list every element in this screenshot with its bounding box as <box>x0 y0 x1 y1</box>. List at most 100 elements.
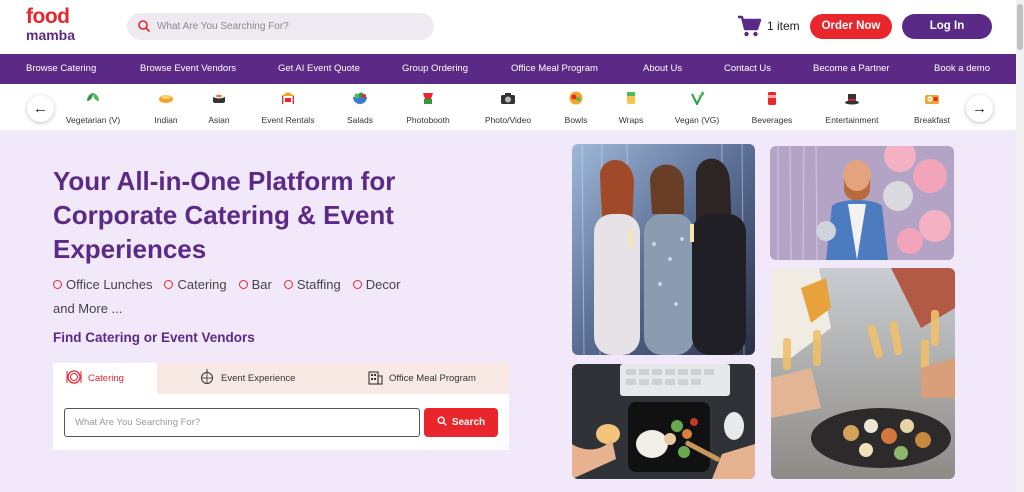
category-indian[interactable]: Indian <box>150 91 182 125</box>
camera-icon <box>501 93 515 104</box>
nav-ai-event-quote[interactable]: Get AI Event Quote <box>278 63 360 74</box>
category-event-rentals[interactable]: Event Rentals <box>260 91 316 125</box>
vegan-leaf-icon <box>691 91 704 105</box>
category-label: Asian <box>208 115 230 125</box>
circle-bullet-icon <box>283 280 293 289</box>
scrollbar-thumb[interactable] <box>1017 4 1023 50</box>
category-breakfast[interactable]: Breakfast <box>910 91 954 125</box>
nav-about-us[interactable]: About Us <box>643 63 682 74</box>
category-label: Vegan (VG) <box>674 115 720 125</box>
nav-book-demo[interactable]: Book a demo <box>934 63 990 74</box>
category-photo-video[interactable]: Photo/Video <box>482 91 534 125</box>
vendor-search-input[interactable] <box>65 409 419 436</box>
hero-section: Your All-in-One Platform for Corporate C… <box>0 131 1016 492</box>
photobooth-icon <box>423 93 433 104</box>
services-list: Office Lunches Catering Bar Staffing Decor a… <box>53 273 523 321</box>
header-search-bar[interactable] <box>127 13 434 40</box>
champagne-toast-photo <box>771 268 955 479</box>
header-search-input[interactable] <box>157 17 417 36</box>
canopy-icon <box>281 92 295 104</box>
tab-office-meal-program[interactable]: Office Meal Program <box>367 363 507 394</box>
service-item: Office Lunches <box>53 273 152 297</box>
login-button[interactable]: Log In <box>902 14 992 39</box>
office-building-icon <box>368 371 383 385</box>
category-label: Breakfast <box>914 115 950 125</box>
category-label: Bowls <box>564 115 588 125</box>
nav-office-meal-program[interactable]: Office Meal Program <box>511 63 598 74</box>
service-label: Catering <box>177 277 227 292</box>
category-asian[interactable]: Asian <box>206 91 232 125</box>
search-tabs: Catering Event Experience Office Meal Pr… <box>53 363 509 394</box>
service-item: Decor <box>352 273 401 297</box>
main-navigation: Browse Catering Browse Event Vendors Get… <box>0 54 1016 84</box>
bowl-icon <box>569 91 583 105</box>
category-label: Event Rentals <box>261 115 315 125</box>
nav-contact-us[interactable]: Contact Us <box>724 63 771 74</box>
category-label: Beverages <box>751 115 793 125</box>
category-entertainment[interactable]: Entertainment <box>822 91 882 125</box>
samosa-icon <box>159 95 173 103</box>
tab-label: Office Meal Program <box>389 373 476 384</box>
service-label: Decor <box>365 277 401 292</box>
drink-can-icon <box>768 92 776 105</box>
search-icon <box>138 20 151 33</box>
plate-icon <box>66 370 82 384</box>
nav-browse-event-vendors[interactable]: Browse Event Vendors <box>140 63 236 74</box>
circle-bullet-icon <box>352 280 362 289</box>
nav-group-ordering[interactable]: Group Ordering <box>402 63 468 74</box>
breakfast-icon <box>925 95 939 104</box>
category-label: Wraps <box>618 115 644 125</box>
tab-event-experience[interactable]: Event Experience <box>199 363 329 394</box>
category-beverages[interactable]: Beverages <box>750 91 794 125</box>
disco-ball-icon <box>201 369 213 384</box>
category-photobooth[interactable]: Photobooth <box>404 91 452 125</box>
top-header: food mamba 1 item Order Now Log In <box>0 0 1016 54</box>
party-women-photo <box>572 144 755 355</box>
service-label: Staffing <box>296 277 341 292</box>
service-item: Catering <box>164 273 227 297</box>
logo-line-food: food <box>26 5 70 28</box>
arrow-left-icon[interactable]: ← <box>27 95 54 122</box>
logo-line-mamba: mamba <box>26 27 76 43</box>
tab-catering[interactable]: Catering <box>53 363 157 394</box>
category-label: Photo/Video <box>484 115 532 125</box>
vendor-search-panel: Catering Event Experience Office Meal Pr… <box>53 363 509 450</box>
search-button[interactable]: Search <box>424 408 498 437</box>
find-vendors-title: Find Catering or Event Vendors <box>53 330 255 345</box>
shopping-cart-icon[interactable] <box>737 15 762 38</box>
circle-bullet-icon <box>164 280 174 289</box>
search-icon <box>437 416 447 426</box>
nav-browse-catering[interactable]: Browse Catering <box>26 63 96 74</box>
magic-hat-icon <box>845 94 859 105</box>
leaves-icon <box>87 93 99 101</box>
search-button-label: Search <box>451 417 486 428</box>
category-label: Salads <box>347 115 373 125</box>
tab-label: Catering <box>88 373 124 384</box>
services-more: and More ... <box>53 301 123 316</box>
circle-bullet-icon <box>53 280 62 289</box>
category-vegetarian[interactable]: Vegetarian (V) <box>64 91 122 125</box>
service-item: Bar <box>238 273 272 297</box>
salad-bowl-icon <box>353 92 367 104</box>
page-scrollbar[interactable] <box>1016 0 1024 492</box>
man-balloons-photo <box>770 146 954 260</box>
category-label: Photobooth <box>406 115 450 125</box>
arrow-right-icon[interactable]: → <box>966 95 993 122</box>
nav-become-partner[interactable]: Become a Partner <box>813 63 890 74</box>
category-salads[interactable]: Salads <box>346 91 374 125</box>
category-vegan[interactable]: Vegan (VG) <box>674 91 720 125</box>
order-now-button[interactable]: Order Now <box>810 14 892 39</box>
tab-label: Event Experience <box>221 373 296 384</box>
sushi-icon <box>213 93 225 103</box>
category-label: Indian <box>154 115 178 125</box>
wrap-icon <box>627 92 635 104</box>
category-strip: ← Vegetarian (V) Indian Asian Event Rent… <box>0 84 1016 131</box>
food-mamba-logo[interactable]: food mamba <box>26 5 76 43</box>
category-bowls[interactable]: Bowls <box>563 91 589 125</box>
lunch-desk-photo <box>572 364 755 479</box>
category-wraps[interactable]: Wraps <box>617 91 645 125</box>
service-label: Office Lunches <box>66 277 153 292</box>
vendor-search-field[interactable] <box>64 408 420 437</box>
service-item: Staffing <box>283 273 341 297</box>
cart-item-count[interactable]: 1 item <box>767 19 800 33</box>
